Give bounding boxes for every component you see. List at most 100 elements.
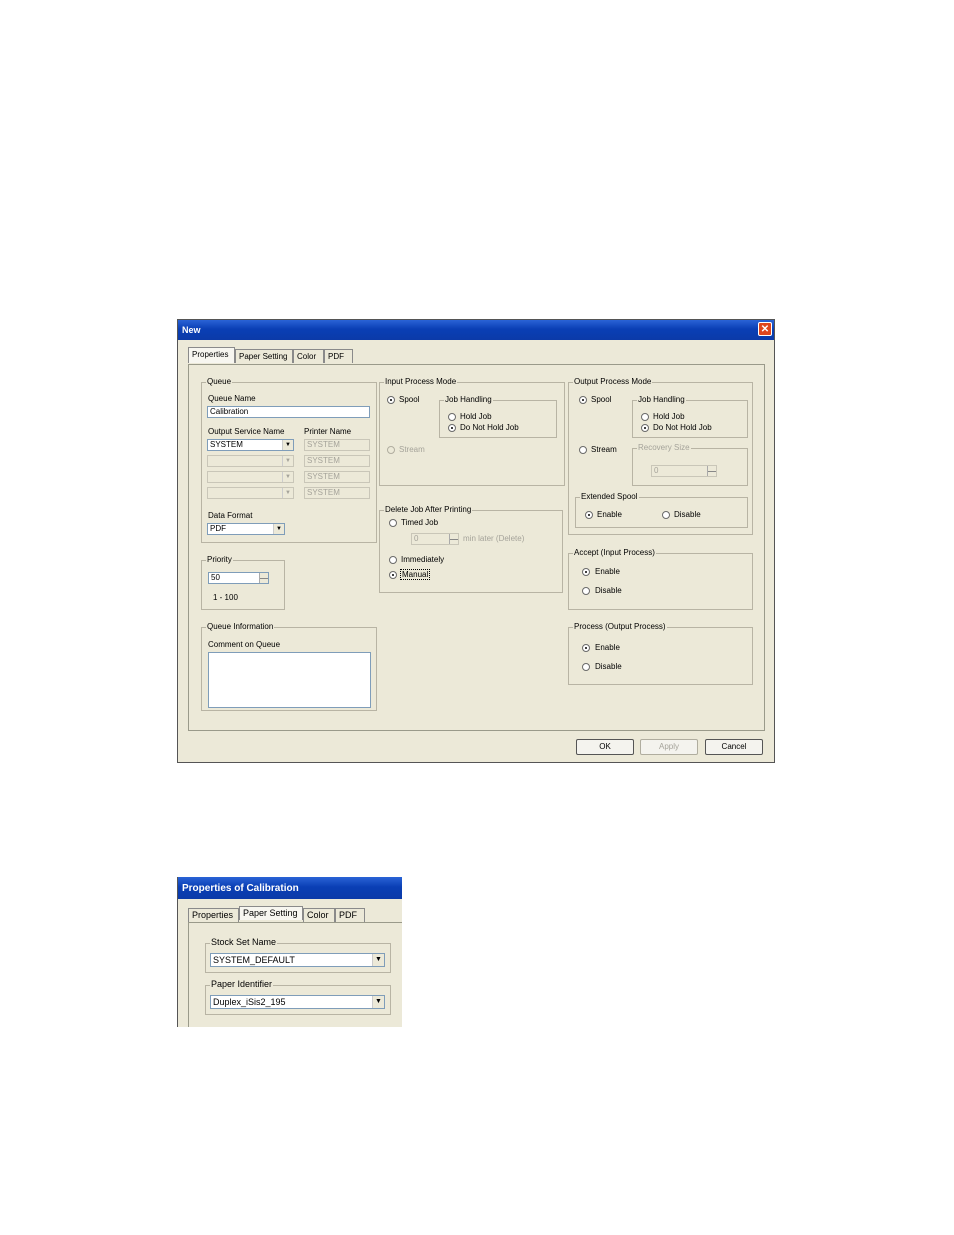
timed-job-label: Timed Job: [401, 518, 439, 527]
output-service-value: SYSTEM: [210, 440, 243, 449]
input-job-handling-legend: Job Handling: [444, 395, 493, 404]
stock-set-name-select[interactable]: SYSTEM_DEFAULT ▼: [210, 953, 385, 967]
output-spool-radio[interactable]: [579, 396, 587, 404]
input-process-mode-group: Input Process Mode Spool Job Handling Ho…: [379, 377, 565, 486]
process-enable-radio[interactable]: [582, 644, 590, 652]
data-format-select[interactable]: PDF ▼: [207, 523, 285, 535]
tab-panel-paper-setting: Stock Set Name SYSTEM_DEFAULT ▼ Paper Id…: [188, 922, 402, 1027]
process-disable-radio[interactable]: [582, 663, 590, 671]
tab-properties[interactable]: Properties: [188, 347, 235, 363]
output-service-select: ▼: [207, 471, 294, 483]
title-bar[interactable]: New ✕: [178, 320, 774, 340]
chevron-down-icon: ▼: [282, 456, 293, 466]
timed-job-radio[interactable]: [389, 519, 397, 527]
input-spool-radio[interactable]: [387, 396, 395, 404]
output-service-select[interactable]: SYSTEM ▼: [207, 439, 294, 451]
tab-paper-setting[interactable]: Paper Setting: [235, 349, 293, 363]
priority-legend: Priority: [206, 555, 233, 564]
stock-set-name-group: Stock Set Name SYSTEM_DEFAULT ▼: [205, 937, 391, 973]
accept-enable-radio[interactable]: [582, 568, 590, 576]
comment-label: Comment on Queue: [208, 640, 281, 649]
queue-information-group: Queue Information Comment on Queue: [201, 622, 377, 711]
output-job-handling-legend: Job Handling: [637, 395, 686, 404]
comment-textarea[interactable]: [208, 652, 371, 708]
extended-spool-legend: Extended Spool: [580, 492, 639, 501]
output-do-not-hold-job-radio[interactable]: [641, 424, 649, 432]
tab-panel-properties: Queue Queue Name Calibration Output Serv…: [188, 364, 765, 731]
input-spool-label: Spool: [399, 395, 420, 404]
cancel-button[interactable]: Cancel: [705, 739, 763, 755]
process-output-process-group: Process (Output Process) Enable Disable: [568, 622, 753, 685]
extended-spool-group: Extended Spool Enable Disable: [575, 492, 748, 528]
ok-button[interactable]: OK: [576, 739, 634, 755]
dialog-title: New: [182, 325, 201, 335]
priority-stepper[interactable]: 50: [208, 572, 269, 584]
spin-arrows-icon[interactable]: [259, 573, 268, 583]
recovery-size-stepper: 0: [651, 465, 717, 477]
stock-set-name-value: SYSTEM_DEFAULT: [213, 955, 295, 965]
printer-name-field: SYSTEM: [304, 439, 370, 451]
queue-name-field[interactable]: Calibration: [207, 406, 370, 418]
timed-job-stepper: 0: [411, 533, 459, 545]
extended-spool-disable-radio[interactable]: [662, 511, 670, 519]
input-stream-label: Stream: [399, 445, 425, 454]
tab-pdf[interactable]: PDF: [335, 908, 365, 922]
input-hold-job-radio[interactable]: [448, 413, 456, 421]
process-legend: Process (Output Process): [573, 622, 667, 631]
accept-legend: Accept (Input Process): [573, 548, 656, 557]
data-format-label: Data Format: [208, 511, 253, 520]
output-service-select: ▼: [207, 487, 294, 499]
printer-name-field: SYSTEM: [304, 455, 370, 467]
queue-legend: Queue: [206, 377, 233, 386]
tab-color[interactable]: Color: [303, 908, 335, 922]
input-do-not-hold-job-radio[interactable]: [448, 424, 456, 432]
output-service-select: ▼: [207, 455, 294, 467]
tab-paper-setting[interactable]: Paper Setting: [239, 906, 303, 920]
input-job-handling-group: Job Handling Hold Job Do Not Hold Job: [439, 395, 557, 438]
tab-pdf[interactable]: PDF: [324, 349, 353, 363]
stock-set-name-legend: Stock Set Name: [210, 937, 278, 947]
accept-disable-radio[interactable]: [582, 587, 590, 595]
process-enable-label: Enable: [595, 643, 620, 652]
output-spool-label: Spool: [591, 395, 612, 404]
printer-name-label: Printer Name: [304, 427, 352, 436]
properties-dialog: Properties of Calibration Properties Pap…: [177, 877, 402, 1027]
immediately-radio[interactable]: [389, 556, 397, 564]
recovery-size-group: Recovery Size 0: [632, 443, 748, 486]
output-service-name-label: Output Service Name: [208, 427, 285, 436]
chevron-down-icon: ▼: [282, 440, 293, 450]
dialog-title: Properties of Calibration: [182, 883, 299, 894]
printer-name-field: SYSTEM: [304, 471, 370, 483]
paper-identifier-value: Duplex_iSis2_195: [213, 997, 286, 1007]
chevron-down-icon: ▼: [282, 472, 293, 482]
extended-spool-enable-radio[interactable]: [585, 511, 593, 519]
priority-range: 1 - 100: [213, 593, 238, 602]
manual-radio[interactable]: [389, 571, 397, 579]
recovery-size-value: 0: [654, 466, 659, 475]
output-do-not-hold-job-label: Do Not Hold Job: [653, 423, 712, 432]
spin-arrows-icon: [707, 466, 716, 476]
new-dialog: New ✕ Properties Paper Setting Color PDF…: [177, 319, 775, 763]
apply-button: Apply: [640, 739, 698, 755]
min-later-label: min later (Delete): [463, 534, 525, 543]
chevron-down-icon: ▼: [372, 954, 384, 966]
spin-arrows-icon: [449, 534, 458, 544]
close-icon[interactable]: ✕: [758, 322, 772, 336]
output-stream-label: Stream: [591, 445, 617, 454]
priority-value: 50: [211, 573, 220, 582]
output-stream-radio[interactable]: [579, 446, 587, 454]
tab-color[interactable]: Color: [293, 349, 324, 363]
output-process-mode-group: Output Process Mode Spool Job Handling H…: [568, 377, 753, 535]
output-hold-job-radio[interactable]: [641, 413, 649, 421]
paper-identifier-group: Paper Identifier Duplex_iSis2_195 ▼: [205, 979, 391, 1015]
input-hold-job-label: Hold Job: [460, 412, 492, 421]
input-stream-radio: [387, 446, 395, 454]
tab-properties[interactable]: Properties: [188, 908, 239, 922]
paper-identifier-legend: Paper Identifier: [210, 979, 274, 989]
queue-information-legend: Queue Information: [206, 622, 275, 631]
paper-identifier-select[interactable]: Duplex_iSis2_195 ▼: [210, 995, 385, 1009]
printer-name-field: SYSTEM: [304, 487, 370, 499]
title-bar[interactable]: Properties of Calibration: [178, 877, 402, 899]
delete-job-group: Delete Job After Printing Timed Job 0 mi…: [379, 505, 563, 593]
extended-spool-disable-label: Disable: [674, 510, 701, 519]
